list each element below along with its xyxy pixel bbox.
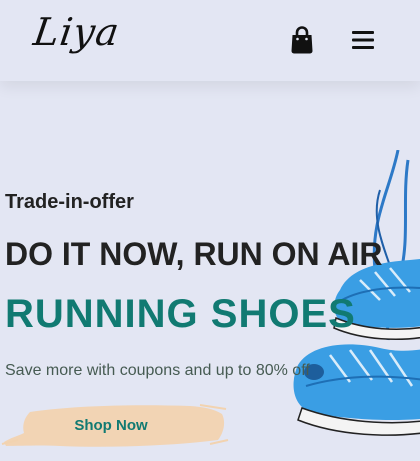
logo[interactable]: Liya [31,10,123,54]
shopping-bag-icon[interactable] [290,26,314,54]
hamburger-menu-icon[interactable] [352,30,374,50]
hero-headline: DO IT NOW, RUN ON AIR [5,236,383,272]
shop-now-button[interactable]: Shop Now [0,400,230,454]
hero-subtitle: Trade-in-offer [5,191,134,213]
hero-description: Save more with coupons and up to 80% off [5,362,310,379]
page: Liya Trade-in-offer DO IT NOW, RUN ON AI… [0,0,420,461]
shop-now-label: Shop Now [74,417,148,434]
site-header: Liya [0,0,420,81]
hero-headline-accent: RUNNING SHOES [5,292,356,336]
